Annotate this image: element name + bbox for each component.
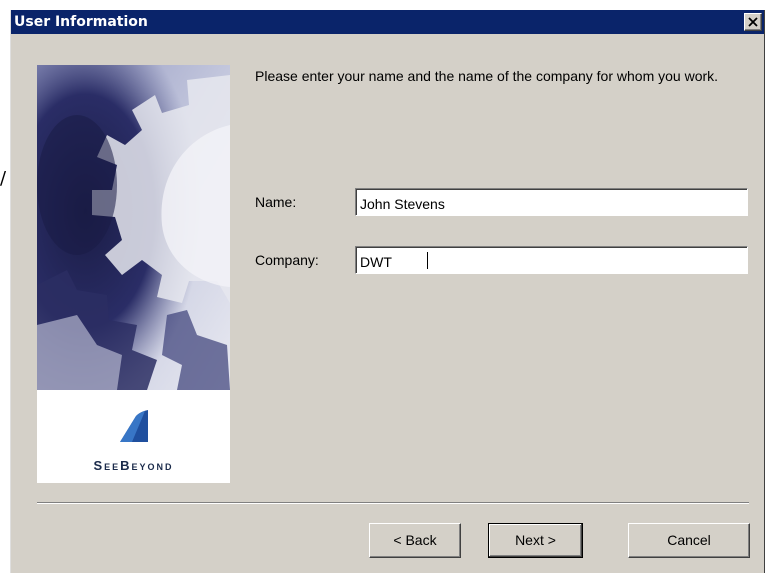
window-title: User Information xyxy=(14,14,148,30)
name-label: Name: xyxy=(255,194,297,210)
company-logo: SeeBeyond xyxy=(37,390,230,483)
logo-wordmark: SeeBeyond xyxy=(93,458,174,473)
company-field[interactable] xyxy=(355,246,748,274)
text-cursor xyxy=(427,252,428,269)
close-button[interactable] xyxy=(744,13,762,31)
cancel-button[interactable]: Cancel xyxy=(628,523,750,558)
back-button[interactable]: < Back xyxy=(369,523,461,558)
company-label: Company: xyxy=(255,252,319,268)
stray-slash-mark: / xyxy=(0,168,7,189)
separator-line xyxy=(37,502,749,504)
side-banner: SeeBeyond xyxy=(37,65,230,483)
close-icon xyxy=(748,17,758,27)
instructions-text: Please enter your name and the name of t… xyxy=(255,68,719,84)
name-field[interactable] xyxy=(355,188,748,216)
seebeyond-logo-icon xyxy=(120,410,148,442)
gears-banner-image xyxy=(37,65,230,390)
next-button[interactable]: Next > xyxy=(488,523,583,558)
user-information-dialog: User Information SeeBeyond Please enter … xyxy=(10,10,765,573)
title-bar[interactable]: User Information xyxy=(11,10,764,34)
